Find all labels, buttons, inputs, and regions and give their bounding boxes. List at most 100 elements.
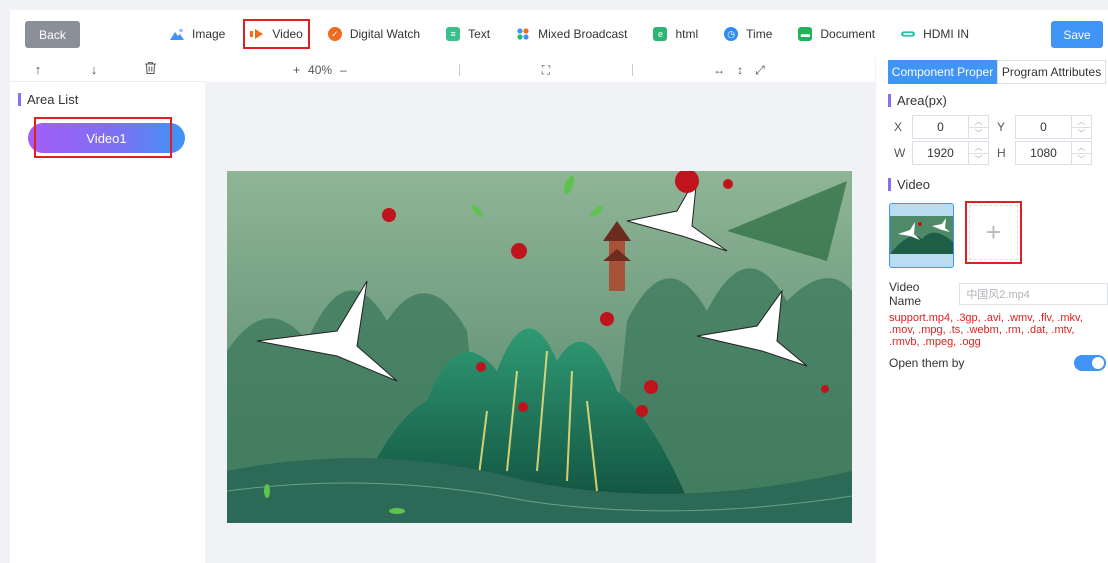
video-name-input[interactable]: 中国风2.mp4	[959, 283, 1108, 305]
open-them-by-toggle[interactable]	[1074, 355, 1106, 371]
mixed-icon	[516, 27, 530, 41]
w-stepper[interactable]: 1920 ︿ ﹀	[912, 141, 989, 165]
html-icon: e	[653, 27, 668, 41]
canvas-board	[205, 82, 875, 563]
area-section-label: Area(px)	[897, 93, 947, 108]
vertical-fit-icon[interactable]: ↕	[737, 63, 743, 77]
toolbar-divider	[632, 64, 634, 76]
properties-panel: Component Proper Program Attributes Area…	[876, 58, 1108, 563]
increment-icon[interactable]: ︿	[969, 116, 988, 127]
tool-mixed-broadcast[interactable]: Mixed Broadcast	[516, 21, 627, 47]
delete-icon[interactable]	[122, 62, 178, 77]
x-field: X 0 ︿ ﹀	[894, 115, 989, 139]
video-thumbnail[interactable]	[889, 203, 954, 268]
video-section-title: Video	[888, 177, 930, 192]
video-frame-image	[227, 171, 852, 523]
tool-hdmi-in-label: HDMI IN	[923, 27, 970, 41]
tool-mixed-broadcast-label: Mixed Broadcast	[538, 27, 628, 41]
h-field: H 1080 ︿ ﹀	[997, 141, 1092, 165]
tool-document-label: Document	[820, 27, 876, 41]
canvas-area: + 40% – ⛶ ↔ ↕ ⤢	[205, 58, 875, 563]
video-name-label: Video Name	[889, 280, 922, 308]
video-icon	[250, 27, 264, 41]
w-field: W 1920 ︿ ﹀	[894, 141, 989, 165]
area-section-title: Area(px)	[888, 93, 947, 108]
decrement-icon[interactable]: ﹀	[969, 153, 988, 165]
h-arrows: ︿ ﹀	[1071, 142, 1091, 164]
x-stepper[interactable]: 0 ︿ ﹀	[912, 115, 989, 139]
highlight-box	[34, 117, 172, 158]
tool-time[interactable]: ◷ Time	[724, 21, 772, 47]
zoom-out-button[interactable]: –	[340, 63, 347, 77]
video-name-row: Video Name 中国风2.mp4	[889, 280, 1108, 308]
tool-document[interactable]: ▬ Document	[798, 21, 875, 47]
increment-icon[interactable]: ︿	[969, 142, 988, 153]
tool-video[interactable]: Video	[243, 19, 310, 49]
section-bar	[18, 93, 21, 106]
add-video-button[interactable]: +	[965, 201, 1022, 264]
supported-formats-text: support.mp4, .3gp, .avi, .wmv, .flv, .mk…	[889, 312, 1083, 348]
tool-text[interactable]: ≡ Text	[446, 21, 490, 47]
tab-component-properties[interactable]: Component Proper	[888, 60, 997, 84]
tab-program-attributes[interactable]: Program Attributes	[997, 60, 1106, 84]
decrement-icon[interactable]: ﹀	[1072, 153, 1091, 165]
decrement-icon[interactable]: ﹀	[969, 127, 988, 139]
y-label: Y	[997, 120, 1006, 134]
tool-image[interactable]: Image	[170, 21, 225, 47]
area-list-title-label: Area List	[27, 92, 79, 107]
toggle-knob	[1092, 357, 1104, 369]
fullscreen-icon[interactable]: ⤢	[755, 63, 765, 78]
w-arrows: ︿ ﹀	[968, 142, 988, 164]
save-button[interactable]: Save	[1051, 21, 1103, 48]
toolbar-divider	[458, 64, 460, 76]
increment-icon[interactable]: ︿	[1072, 142, 1091, 153]
open-them-by-label: Open them by	[889, 356, 965, 370]
tool-digital-watch[interactable]: ✓ Digital Watch	[327, 21, 421, 47]
hdmi-icon	[901, 27, 916, 41]
plus-icon: +	[969, 205, 1018, 260]
component-toolbar: Image Video ✓ Digital Watch ≡ Text Mixed…	[170, 10, 995, 58]
top-toolbar: Back Image Video ✓ Digital Watch ≡ Text	[10, 10, 1108, 58]
tool-image-label: Image	[192, 27, 226, 41]
increment-icon[interactable]: ︿	[1072, 116, 1091, 127]
fit-screen-icon[interactable]: ⛶	[542, 63, 550, 78]
tool-html-label: html	[675, 27, 699, 41]
tool-time-label: Time	[746, 27, 773, 41]
x-value[interactable]: 0	[913, 116, 968, 138]
section-bar	[888, 178, 891, 191]
zoom-level: 40%	[308, 63, 333, 77]
video-thumbnail-image	[890, 204, 953, 267]
section-bar	[888, 94, 891, 107]
tool-hdmi-in[interactable]: HDMI IN	[901, 21, 969, 47]
area-list-toolbar: ↑ ↓	[10, 58, 205, 82]
y-field: Y 0 ︿ ﹀	[997, 115, 1092, 139]
y-arrows: ︿ ﹀	[1071, 116, 1091, 138]
zoom-in-button[interactable]: +	[293, 63, 300, 77]
move-down-icon[interactable]: ↓	[66, 62, 122, 77]
canvas-toolbar: + 40% – ⛶ ↔ ↕ ⤢	[205, 58, 875, 82]
y-value[interactable]: 0	[1016, 116, 1071, 138]
area-list-panel: ↑ ↓ Area List Video1	[10, 58, 205, 563]
back-button[interactable]: Back	[25, 21, 80, 48]
y-stepper[interactable]: 0 ︿ ﹀	[1015, 115, 1092, 139]
tool-video-label: Video	[272, 27, 303, 41]
tool-digital-watch-label: Digital Watch	[349, 27, 421, 41]
w-value[interactable]: 1920	[913, 142, 968, 164]
h-stepper[interactable]: 1080 ︿ ﹀	[1015, 141, 1092, 165]
h-label: H	[997, 146, 1006, 160]
horizontal-fit-icon[interactable]: ↔	[713, 63, 725, 77]
image-icon	[170, 27, 184, 41]
video-preview[interactable]	[227, 171, 852, 523]
video-section-label: Video	[897, 177, 931, 192]
h-value[interactable]: 1080	[1016, 142, 1071, 164]
text-icon: ≡	[446, 27, 461, 41]
properties-tabs: Component Proper Program Attributes	[888, 60, 1106, 84]
watch-icon: ✓	[327, 27, 342, 41]
document-icon: ▬	[798, 27, 813, 41]
w-label: W	[894, 146, 906, 160]
x-arrows: ︿ ﹀	[968, 116, 988, 138]
area-list-title: Area List	[18, 92, 205, 107]
decrement-icon[interactable]: ﹀	[1072, 127, 1091, 139]
move-up-icon[interactable]: ↑	[10, 62, 66, 77]
tool-html[interactable]: e html	[653, 21, 698, 47]
